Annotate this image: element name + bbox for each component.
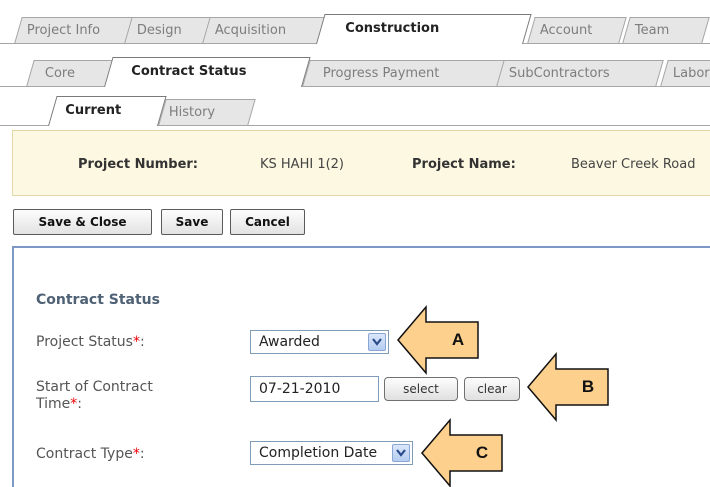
tab-contract-status[interactable]: Contract Status: [104, 57, 311, 87]
project-status-label: Project Status*:: [36, 334, 145, 350]
project-number-label: Project Number:: [78, 157, 199, 172]
contract-type-label: Contract Type*:: [36, 446, 145, 462]
section-title: Contract Status: [36, 292, 160, 308]
tab-construction[interactable]: Construction: [316, 14, 532, 44]
tab-project-info[interactable]: Project Info: [14, 17, 134, 44]
construction-sub-tab-bar: Core Contract Status Progress Payment Su…: [0, 55, 710, 87]
callout-arrow-b: B: [526, 351, 616, 423]
select-date-button[interactable]: select: [384, 377, 458, 401]
start-contract-time-label: Start of Contract Time*:: [36, 379, 153, 412]
save-button[interactable]: Save: [161, 209, 223, 235]
tab-acquisition[interactable]: Acquisition: [202, 17, 326, 44]
callout-arrow-a: A: [396, 304, 486, 376]
chevron-down-icon[interactable]: [368, 333, 386, 351]
project-number-value: KS HAHI 1(2): [260, 157, 345, 172]
clear-date-button[interactable]: clear: [464, 377, 520, 401]
tab-team[interactable]: Team: [622, 17, 710, 44]
save-and-close-button[interactable]: Save & Close: [13, 209, 152, 235]
project-name-label: Project Name:: [412, 157, 516, 172]
tab-progress-payment[interactable]: Progress Payment: [302, 60, 510, 87]
contract-status-sub-tab-bar: Current History: [0, 94, 710, 126]
callout-label-a: A: [451, 330, 465, 349]
project-name-value: Beaver Creek Road: [571, 157, 696, 172]
project-info-bar: Project Number: KS HAHI 1(2) Project Nam…: [12, 130, 710, 196]
main-tab-bar: Project Info Design Acquisition Construc…: [0, 12, 710, 44]
tab-current[interactable]: Current: [48, 96, 167, 126]
start-contract-time-input[interactable]: 07-21-2010: [250, 376, 379, 402]
callout-arrow-c: C: [420, 417, 510, 487]
tab-labor[interactable]: Labor: [660, 60, 710, 87]
callout-label-b: B: [581, 377, 595, 396]
project-status-select[interactable]: Awarded: [250, 330, 389, 354]
contract-type-select[interactable]: Completion Date: [250, 441, 413, 465]
cancel-button[interactable]: Cancel: [230, 209, 305, 235]
tab-design[interactable]: Design: [124, 17, 212, 44]
tab-history[interactable]: History: [158, 99, 256, 126]
required-marker: *: [132, 334, 140, 350]
tab-subcontractors[interactable]: SubContractors: [496, 60, 664, 87]
tab-account[interactable]: Account: [527, 17, 627, 44]
callout-label-c: C: [475, 443, 489, 462]
chevron-down-icon[interactable]: [392, 444, 410, 462]
